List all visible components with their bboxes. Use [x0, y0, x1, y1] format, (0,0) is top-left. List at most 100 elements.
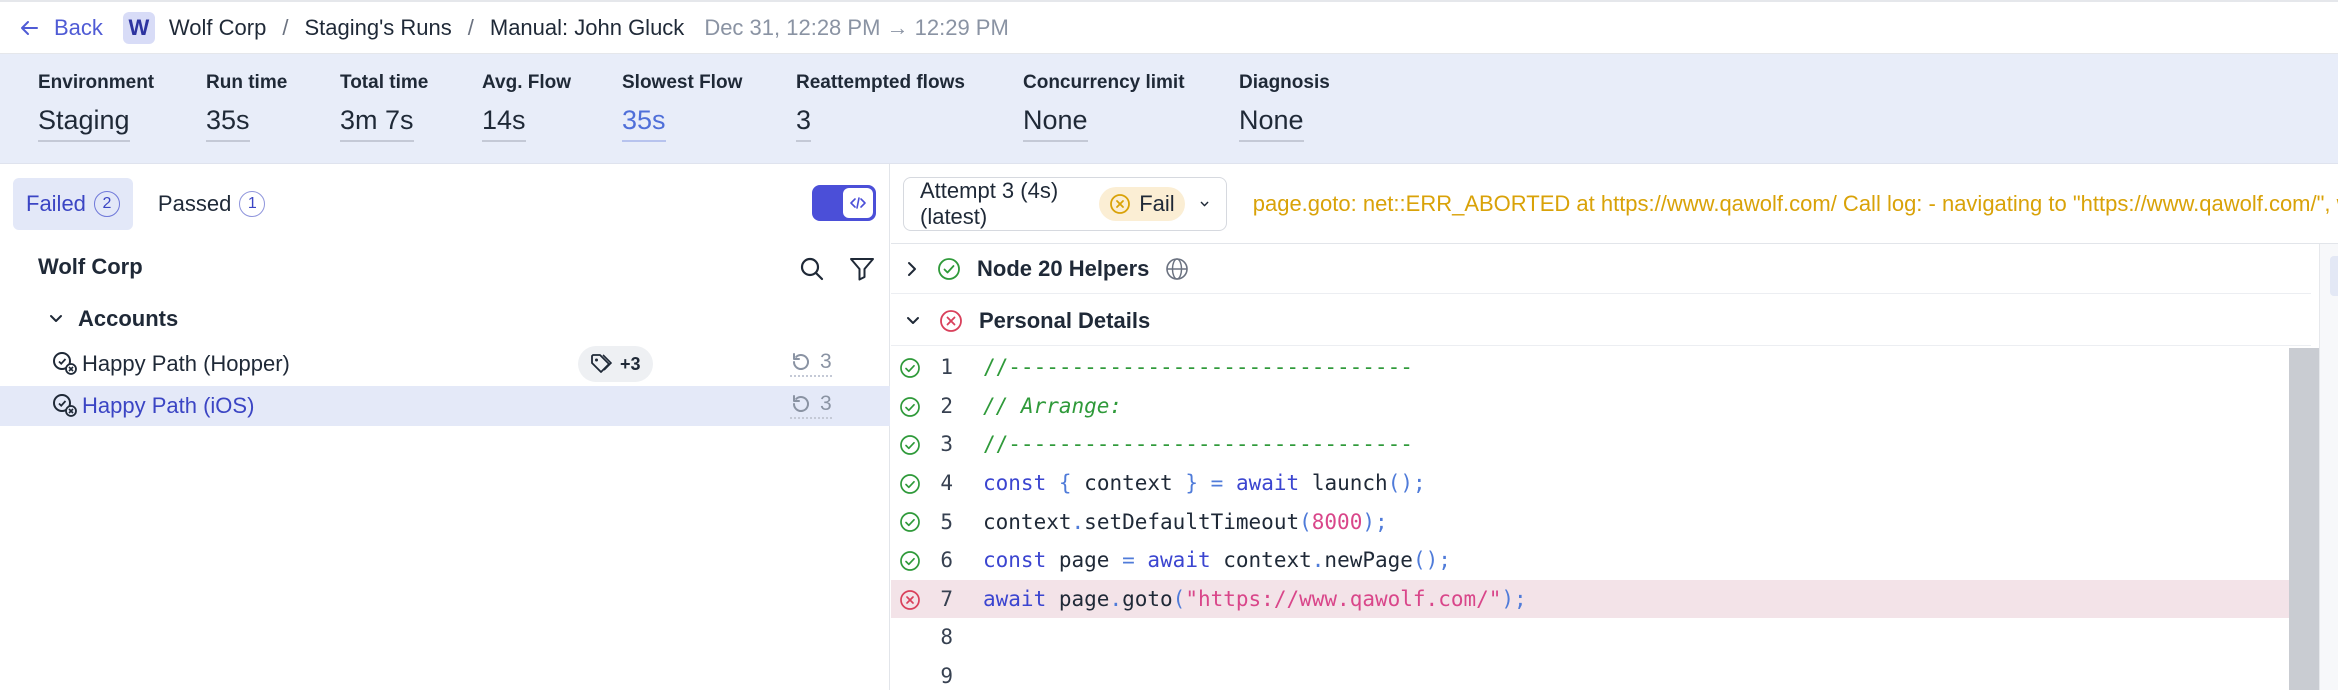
code-scrollbar[interactable] — [2289, 348, 2319, 690]
tab-count-badge: 1 — [239, 191, 266, 217]
breadcrumb-separator: / — [467, 14, 474, 40]
search-icon[interactable] — [799, 256, 825, 282]
code-line: 5 context.setDefaultTimeout(8000); — [891, 502, 2311, 541]
run-date-range: Dec 31, 12:28 PM → 12:29 PM — [704, 14, 1009, 40]
metric-label: Slowest Flow — [622, 72, 743, 93]
tag-icon — [591, 354, 612, 373]
slowest-flow-link[interactable]: 35s — [622, 105, 666, 142]
metric-value: 3 — [796, 105, 812, 142]
metric-value: 3m 7s — [340, 105, 414, 142]
metric-value: Staging — [38, 105, 130, 142]
flow-retry-count: 3 — [790, 392, 832, 419]
line-number: 5 — [940, 509, 953, 534]
tag-extra-count: +3 — [620, 353, 641, 374]
retry-count: 3 — [820, 392, 832, 415]
tree-actions — [799, 256, 875, 282]
code-text: // Arrange: — [983, 393, 1123, 418]
metric-label: Diagnosis — [1239, 72, 1330, 93]
chevron-down-icon — [1200, 201, 1209, 206]
flow-name: Happy Path (iOS) — [82, 393, 255, 418]
workspace-badge: W — [122, 11, 155, 44]
metric-label: Concurrency limit — [1023, 72, 1185, 93]
flow-sidebar: Failed 2 Passed 1 Wolf Corp Accounts Hap… — [0, 164, 890, 690]
metric-label: Reattempted flows — [796, 72, 965, 93]
code-line: 4 const { context } = await launch(); — [891, 464, 2311, 503]
attempt-select[interactable]: Attempt 3 (4s) (latest) Fail — [903, 176, 1227, 231]
code-line: 1 //-------------------------------- — [891, 348, 2311, 387]
result-tabs: Failed 2 Passed 1 — [13, 178, 290, 230]
code-text: //-------------------------------- — [983, 432, 1413, 457]
code-text: context.setDefaultTimeout(8000); — [983, 509, 1388, 534]
line-number: 9 — [940, 664, 953, 689]
metric-label: Environment — [38, 72, 155, 93]
metric-value: None — [1239, 105, 1304, 142]
fail-circle-icon — [1110, 193, 1131, 214]
status-label: Fail — [1139, 190, 1175, 216]
code-text: const page = await context.newPage(); — [983, 548, 1451, 573]
flow-name: Happy Path (Hopper) — [82, 351, 290, 376]
globe-icon — [1166, 257, 1189, 280]
tab-failed[interactable]: Failed 2 — [13, 178, 133, 230]
fail-circle-icon — [940, 309, 962, 332]
retry-icon — [793, 353, 809, 370]
code-line: 2 // Arrange: — [891, 387, 2311, 426]
metric-slowest-flow: Slowest Flow 35s — [622, 72, 742, 142]
fail-circle-icon — [900, 589, 920, 610]
breadcrumb-current-run: Manual: John Gluck — [489, 14, 685, 40]
flow-row-happy-path-ios[interactable]: Happy Path (iOS) 3 — [0, 386, 890, 426]
gutter-handle[interactable] — [2330, 256, 2338, 296]
code-line: 3 //-------------------------------- — [891, 425, 2311, 464]
filter-icon[interactable] — [849, 256, 875, 282]
metric-value: 35s — [206, 105, 250, 142]
line-number: 2 — [940, 393, 953, 418]
back-button[interactable]: Back — [18, 15, 103, 41]
top-bar: Back W Wolf Corp / Staging's Runs / Manu… — [0, 0, 2338, 54]
flow-tags-chip[interactable]: +3 — [578, 346, 653, 382]
line-number: 1 — [940, 355, 953, 380]
pass-circle-icon — [900, 473, 920, 494]
chevron-right-icon — [908, 261, 916, 276]
retry-icon — [793, 395, 809, 412]
metric-reattempted-flows: Reattempted flows 3 — [796, 72, 965, 142]
line-number: 7 — [940, 586, 953, 611]
flow-row-happy-path-hopper[interactable]: Happy Path (Hopper) +3 3 — [0, 344, 890, 384]
tab-label: Failed — [26, 191, 86, 216]
metric-label: Total time — [340, 72, 429, 93]
back-label: Back — [54, 14, 103, 40]
metric-environment: Environment Staging — [38, 72, 154, 142]
pass-circle-icon — [938, 257, 960, 280]
tree-group-accounts[interactable]: Accounts — [48, 306, 178, 332]
chevron-down-icon — [50, 315, 62, 322]
pass-circle-icon — [900, 551, 920, 571]
metric-total-time: Total time 3m 7s — [340, 72, 428, 142]
code-line: 8 — [891, 618, 2311, 657]
code-text: const { context } = await launch(); — [983, 471, 1426, 496]
code-editor[interactable]: 1 //-------------------------------- 2 /… — [891, 348, 2311, 690]
flow-failed-icon — [53, 394, 77, 417]
code-text: await page.goto("https://www.qawolf.com/… — [983, 586, 1527, 611]
section-personal-details[interactable]: Personal Details — [891, 296, 2311, 346]
line-number: 6 — [940, 548, 953, 573]
code-line-error: 7 await page.goto("https://www.qawolf.co… — [891, 579, 2311, 619]
retry-count: 3 — [820, 350, 832, 373]
group-label: Accounts — [78, 306, 179, 331]
breadcrumb-runs[interactable]: Staging's Runs — [304, 15, 451, 41]
flow-retry-count: 3 — [790, 350, 832, 377]
code-line: 6 const page = await context.newPage(); — [891, 541, 2311, 580]
tab-count-badge: 2 — [93, 191, 120, 217]
code-line: 9 — [891, 657, 2311, 690]
section-node-20-helpers[interactable]: Node 20 Helpers — [891, 244, 2311, 294]
code-view-toggle[interactable] — [812, 185, 876, 221]
error-message[interactable]: page.goto: net::ERR_ABORTED at https://w… — [1253, 191, 2338, 217]
status-badge: Fail — [1099, 186, 1185, 221]
metric-label: Avg. Flow — [482, 72, 572, 93]
chevron-down-icon — [907, 316, 919, 324]
breadcrumb-workspace[interactable]: Wolf Corp — [169, 15, 266, 41]
metric-label: Run time — [206, 72, 288, 93]
attempt-label: Attempt 3 (4s) (latest) — [920, 177, 1059, 229]
section-title: Node 20 Helpers — [977, 255, 1150, 281]
metric-concurrency-limit: Concurrency limit None — [1023, 72, 1185, 142]
tab-passed[interactable]: Passed 1 — [145, 178, 278, 230]
run-summary: Environment Staging Run time 35s Total t… — [0, 54, 2338, 164]
line-number: 4 — [940, 471, 953, 496]
